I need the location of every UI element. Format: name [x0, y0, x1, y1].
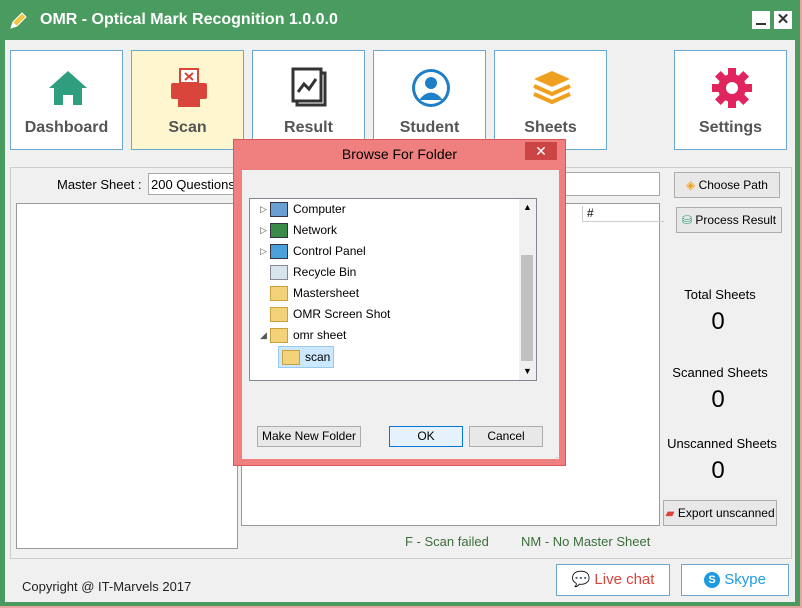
unscanned-sheets-label: Unscanned Sheets: [667, 436, 777, 451]
gear-icon: [712, 68, 752, 108]
make-new-folder-button[interactable]: Make New Folder: [257, 426, 361, 447]
legend-failed: F - Scan failed: [405, 534, 489, 549]
nav-dashboard[interactable]: Dashboard: [10, 50, 123, 150]
folder-icon: [270, 307, 288, 323]
left-list[interactable]: [16, 203, 238, 549]
chart-document-icon: [291, 67, 327, 107]
cancel-button[interactable]: Cancel: [469, 426, 543, 447]
export-unscanned-button[interactable]: ▰ Export unscanned: [663, 500, 777, 526]
tree-label: Recycle Bin: [293, 265, 357, 279]
path-input[interactable]: [565, 172, 660, 196]
user-icon: [412, 69, 450, 107]
nav-label: Settings: [698, 119, 763, 136]
close-button[interactable]: ✕: [774, 11, 792, 29]
browse-folder-dialog: Browse For Folder ✕ ▷ Computer ▷ Network…: [233, 139, 566, 466]
collapse-icon[interactable]: ◢: [260, 330, 267, 341]
recycle-bin-icon: [270, 265, 288, 281]
tree-item-control-panel[interactable]: Control Panel: [270, 241, 366, 261]
choose-path-label: Choose Path: [698, 178, 768, 192]
skype-label: Skype: [724, 571, 766, 588]
folder-icon: [270, 286, 288, 302]
close-icon: ✕: [776, 11, 790, 28]
folder-tree[interactable]: ▷ Computer ▷ Network ▷ Control Panel Rec…: [249, 198, 537, 381]
tree-item-omr-screen-shot[interactable]: OMR Screen Shot: [270, 304, 390, 324]
tree-label: Mastersheet: [293, 286, 360, 300]
expand-icon[interactable]: ▷: [260, 246, 267, 257]
legend-no-master: NM - No Master Sheet: [521, 534, 651, 549]
database-icon: ⛁: [681, 213, 692, 227]
expand-icon[interactable]: ▷: [260, 204, 267, 215]
tree-item-recycle-bin[interactable]: Recycle Bin: [270, 262, 356, 282]
printer-icon: [171, 68, 207, 107]
minimize-icon: [756, 23, 766, 25]
expand-icon[interactable]: ▷: [260, 225, 267, 236]
nav-student[interactable]: Student: [373, 50, 486, 150]
window-title: OMR - Optical Mark Recognition 1.0.0.0: [40, 11, 338, 28]
tree-label: omr sheet: [293, 328, 347, 342]
live-chat-button[interactable]: 💬 Live chat: [556, 564, 670, 596]
skype-button[interactable]: S Skype: [681, 564, 789, 596]
scanned-sheets-value: 0: [711, 386, 725, 413]
tree-item-scan[interactable]: scan: [278, 346, 335, 368]
master-sheet-label: Master Sheet :: [57, 177, 142, 192]
control-panel-icon: [270, 244, 288, 260]
ok-button[interactable]: OK: [389, 426, 463, 447]
total-sheets-value: 0: [711, 308, 725, 335]
export-icon: ▰: [665, 506, 675, 520]
dialog-close-button[interactable]: ✕: [525, 142, 557, 160]
nav-label: Student: [399, 119, 460, 136]
tree-item-computer[interactable]: Computer: [270, 199, 346, 219]
live-chat-label: Live chat: [594, 571, 655, 588]
nav-sheets[interactable]: Sheets: [494, 50, 607, 150]
tree-label: scan: [305, 350, 331, 364]
home-icon: [49, 71, 87, 105]
title-bar[interactable]: OMR - Optical Mark Recognition 1.0.0.0 ✕: [0, 0, 800, 40]
chat-icon: 💬: [571, 571, 591, 588]
nav-label: Result: [284, 119, 333, 136]
layers-icon: [533, 71, 571, 105]
choose-path-button[interactable]: ◈ Choose Path: [674, 172, 780, 198]
master-sheet-select[interactable]: 200 Questions: [148, 173, 238, 195]
tree-scrollbar[interactable]: ▲ ▼: [519, 199, 536, 380]
nav-label: Sheets: [524, 119, 577, 136]
dialog-title: Browse For Folder: [341, 146, 458, 162]
nav-label: Dashboard: [24, 119, 109, 136]
folder-icon: [282, 350, 300, 366]
total-sheets-label: Total Sheets: [684, 287, 756, 302]
tree-label: Computer: [293, 202, 346, 216]
tree-label: OMR Screen Shot: [293, 307, 391, 321]
tree-label: Network: [293, 223, 338, 237]
scroll-thumb[interactable]: [521, 255, 533, 361]
minimize-button[interactable]: [752, 11, 770, 29]
network-icon: [270, 223, 288, 239]
scroll-up-icon[interactable]: ▲: [519, 199, 536, 216]
skype-icon: S: [704, 572, 721, 589]
tree-item-network[interactable]: Network: [270, 220, 337, 240]
nav-label: Scan: [168, 119, 207, 136]
copyright-text: Copyright @ IT-Marvels 2017: [22, 579, 192, 594]
nav-result[interactable]: Result: [252, 50, 365, 150]
tree-item-mastersheet[interactable]: Mastersheet: [270, 283, 359, 303]
tree-item-omr-sheet[interactable]: omr sheet: [270, 325, 346, 345]
folder-icon: [270, 328, 288, 344]
resize-grip-icon[interactable]: ⋰: [553, 453, 562, 462]
tree-label: Control Panel: [293, 244, 366, 258]
nav-settings[interactable]: Settings: [674, 50, 787, 150]
pencil-icon: [7, 10, 29, 32]
computer-icon: [270, 202, 288, 218]
scroll-down-icon[interactable]: ▼: [519, 363, 536, 380]
table-header-hash: #: [582, 206, 664, 222]
process-result-label: Process Result: [695, 213, 777, 227]
scanned-sheets-label: Scanned Sheets: [672, 365, 768, 380]
nav-scan[interactable]: Scan: [131, 50, 244, 150]
unscanned-sheets-value: 0: [711, 457, 725, 484]
close-icon: ✕: [535, 143, 547, 159]
process-result-button[interactable]: ⛁ Process Result: [676, 207, 782, 233]
layers-icon: ◈: [686, 178, 696, 192]
export-unscanned-label: Export unscanned: [677, 506, 775, 520]
